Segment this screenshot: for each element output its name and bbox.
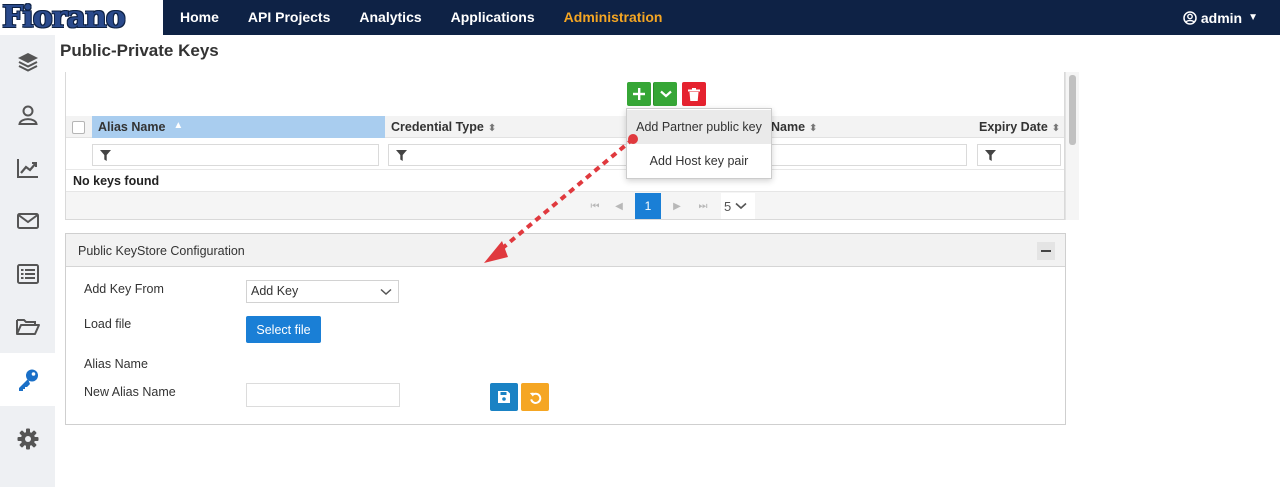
delete-key-button[interactable] [682, 82, 706, 106]
public-keystore-config-panel: Public KeyStore Configuration [65, 233, 1066, 425]
column-header-expiry-date[interactable]: Expiry Date ⬍ [973, 116, 1063, 138]
alias-name-label: Alias Name [84, 357, 148, 371]
sidebar-item-users[interactable] [0, 88, 55, 141]
key-icon [18, 369, 38, 391]
user-name: admin [1200, 9, 1243, 26]
sidebar [0, 35, 55, 487]
chevron-down-icon [735, 202, 747, 210]
trash-icon [688, 87, 700, 101]
select-file-button[interactable]: Select file [246, 316, 321, 343]
minus-icon [1041, 250, 1051, 252]
floppy-disk-icon [498, 391, 510, 403]
filter-icon [396, 150, 407, 161]
prev-page-icon[interactable]: ◀ [612, 194, 626, 218]
page-title: Public-Private Keys [60, 41, 219, 60]
add-key-button[interactable] [627, 82, 651, 106]
grid-scrollbar[interactable] [1065, 72, 1079, 220]
column-header-credential-type[interactable]: Credential Type ⬍ [385, 116, 625, 138]
credential-type-filter-input[interactable] [388, 144, 628, 166]
empty-grid-message: No keys found [73, 174, 160, 188]
user-icon [17, 105, 38, 125]
sort-asc-icon: ▲ [173, 120, 184, 131]
new-alias-name-input[interactable] [246, 383, 400, 407]
chevron-down-icon [380, 288, 392, 296]
sidebar-item-list[interactable] [0, 247, 55, 300]
undo-icon [529, 392, 541, 404]
filter-icon [100, 150, 111, 161]
chart-line-icon [16, 158, 38, 178]
new-alias-name-label: New Alias Name [84, 385, 176, 399]
layers-icon [17, 52, 38, 72]
reset-button[interactable] [521, 383, 549, 411]
sort-icon: ⬍ [487, 123, 497, 134]
chevron-down-icon [659, 90, 672, 98]
sidebar-item-settings[interactable] [0, 412, 55, 465]
sort-icon: ⬍ [809, 123, 818, 134]
gear-icon [17, 428, 38, 449]
list-icon [16, 263, 39, 284]
nav-home[interactable]: Home [180, 0, 219, 35]
envelope-icon [16, 212, 39, 229]
alias-name-filter-input[interactable] [92, 144, 379, 166]
collapse-panel-button[interactable] [1037, 242, 1055, 260]
config-panel-title: Public KeyStore Configuration [78, 244, 245, 258]
sidebar-item-keys[interactable] [0, 353, 55, 406]
select-all-checkbox[interactable] [72, 121, 85, 134]
user-circle-icon [1183, 10, 1197, 25]
first-page-icon[interactable]: ⏮ [588, 194, 602, 218]
user-menu[interactable]: admin ▼ [1183, 0, 1258, 35]
nav-api-projects[interactable]: API Projects [248, 0, 330, 35]
sidebar-item-layers[interactable] [0, 35, 55, 88]
column-header-name[interactable]: Name ⬍ [765, 116, 965, 138]
column-header-alias-name[interactable]: Alias Name ▲ [92, 116, 385, 138]
last-page-icon[interactable]: ⏭ [696, 194, 710, 218]
name-filter-input[interactable] [770, 144, 967, 166]
load-file-label: Load file [84, 317, 132, 331]
add-key-from-label: Add Key From [84, 282, 164, 296]
current-page-button[interactable]: 1 [635, 193, 661, 219]
grid-pager [66, 191, 1064, 219]
nav-applications[interactable]: Applications [451, 0, 535, 35]
plus-icon [633, 88, 645, 100]
add-options-menu: Add Partner public key Add Host key pair [626, 108, 772, 179]
sort-icon: ⬍ [1051, 123, 1061, 134]
menu-item-add-partner-public-key[interactable]: Add Partner public key [627, 110, 771, 144]
menu-item-add-host-key-pair[interactable]: Add Host key pair [627, 144, 771, 178]
top-bar: Fiorano Home API Projects Analytics Appl… [0, 0, 1280, 35]
fiorano-logo[interactable]: Fiorano [0, 0, 165, 35]
folder-open-icon [15, 318, 40, 335]
nav-analytics[interactable]: Analytics [359, 0, 421, 35]
add-key-from-select[interactable]: Add Key [246, 280, 399, 303]
sidebar-item-messages[interactable] [0, 194, 55, 247]
filter-icon [985, 150, 996, 161]
expiry-date-filter-input[interactable] [977, 144, 1061, 166]
page-size-select[interactable]: 5 [721, 193, 755, 219]
main-nav: Home API Projects Analytics Applications… [180, 0, 691, 35]
save-button[interactable] [490, 383, 518, 411]
sidebar-item-files[interactable] [0, 300, 55, 353]
add-options-dropdown-button[interactable] [653, 82, 677, 106]
next-page-icon[interactable]: ▶ [670, 194, 684, 218]
caret-down-icon: ▼ [1248, 12, 1258, 23]
sidebar-item-analytics[interactable] [0, 141, 55, 194]
nav-administration[interactable]: Administration [564, 0, 663, 35]
config-panel-header: Public KeyStore Configuration [66, 234, 1065, 267]
